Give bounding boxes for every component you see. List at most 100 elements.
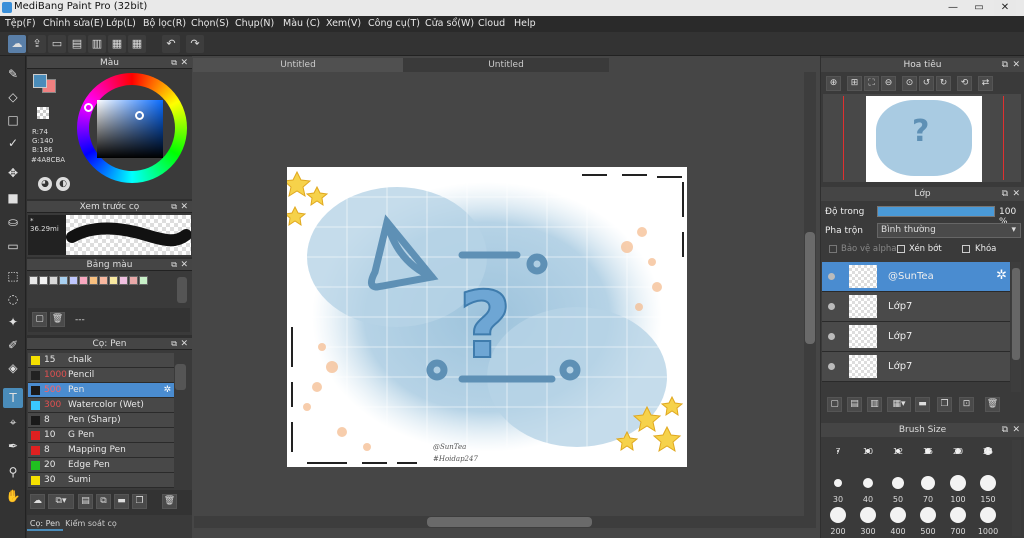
- pen-tool-icon[interactable]: ✓: [3, 133, 23, 153]
- brush-item[interactable]: 500 Pen ✲: [28, 383, 174, 398]
- brush-size-value[interactable]: 500: [915, 527, 941, 536]
- brush-size-value[interactable]: 400: [885, 527, 911, 536]
- page-icon[interactable]: ▥: [88, 35, 106, 53]
- visibility-icon[interactable]: [828, 333, 835, 340]
- palette-swatch[interactable]: [49, 276, 58, 285]
- blend-mode-select[interactable]: Bình thường ▾: [877, 223, 1021, 238]
- magic-wand-icon[interactable]: ✦: [3, 312, 23, 332]
- grid-icon[interactable]: ▦: [128, 35, 146, 53]
- note-icon[interactable]: ▤: [68, 35, 86, 53]
- brush-size-value[interactable]: 300: [855, 527, 881, 536]
- transparent-swatch[interactable]: [37, 107, 49, 119]
- popout-icon[interactable]: ⧉: [171, 338, 177, 350]
- fill-rect-tool-icon[interactable]: ■: [3, 188, 23, 208]
- eyedropper-icon[interactable]: ✒: [3, 436, 23, 456]
- delete-palette-icon[interactable]: 🗑: [50, 312, 65, 327]
- palette-swatch[interactable]: [119, 276, 128, 285]
- new-8bit-layer-icon[interactable]: ▥: [867, 397, 882, 412]
- hand-tool-icon[interactable]: ✋: [3, 486, 23, 506]
- menu-help[interactable]: Help: [514, 18, 536, 29]
- brush-size-value[interactable]: 700: [945, 527, 971, 536]
- new-palette-icon[interactable]: ▢: [32, 312, 47, 327]
- saturation-value-square[interactable]: [97, 100, 163, 158]
- brush-item[interactable]: 8 Mapping Pen: [28, 443, 174, 458]
- main-color-swatch[interactable]: [33, 74, 47, 88]
- palette-icon[interactable]: ◕: [38, 177, 52, 191]
- protect-alpha-checkbox[interactable]: [829, 245, 837, 253]
- brush-size-dot[interactable]: [834, 479, 842, 487]
- brush-size-dot[interactable]: [863, 478, 873, 488]
- close-icon[interactable]: ✕: [180, 201, 188, 213]
- visibility-icon[interactable]: [828, 363, 835, 370]
- brush-size-value[interactable]: 12: [885, 447, 911, 456]
- brush-size-value[interactable]: 25: [975, 447, 1001, 456]
- flip-icon[interactable]: ⇄: [978, 76, 993, 91]
- brush-size-value[interactable]: 70: [915, 495, 941, 504]
- color-picker-handle[interactable]: [135, 111, 144, 120]
- brush-item[interactable]: 10 G Pen: [28, 428, 174, 443]
- dropper-icon[interactable]: ⚲: [3, 462, 23, 482]
- layer-item[interactable]: @SunTea ✲: [822, 262, 1010, 292]
- brush-size-value[interactable]: 100: [945, 495, 971, 504]
- palette-swatch[interactable]: [59, 276, 68, 285]
- cloud-icon[interactable]: ☁: [8, 35, 26, 53]
- duplicate-layer-icon[interactable]: ❐: [937, 397, 952, 412]
- zoom-out-icon[interactable]: ⊖: [881, 76, 896, 91]
- operation-tool-icon[interactable]: ⌖: [3, 412, 23, 432]
- brush-size-dot[interactable]: [950, 507, 966, 523]
- palette-swatch[interactable]: [99, 276, 108, 285]
- palette-swatch[interactable]: [109, 276, 118, 285]
- bucket-tool-icon[interactable]: ⛀: [3, 212, 23, 232]
- shape-tool-icon[interactable]: □: [3, 110, 23, 130]
- brush-item[interactable]: 8 Pen (Sharp): [28, 413, 174, 428]
- brush-item[interactable]: 15 chalk: [28, 353, 174, 368]
- vertical-scrollbar-thumb[interactable]: [805, 232, 815, 344]
- horizontal-scrollbar-thumb[interactable]: [427, 517, 592, 527]
- menu-file[interactable]: Tệp(F): [5, 18, 36, 29]
- brush-tool-icon[interactable]: ✎: [3, 64, 23, 84]
- brush-settings-icon[interactable]: ▤: [78, 494, 93, 509]
- maximize-button[interactable]: ▭: [968, 0, 990, 16]
- rotate-left-icon[interactable]: ↺: [919, 76, 934, 91]
- brush-size-dot[interactable]: [860, 507, 876, 523]
- popout-icon[interactable]: ⧉: [1002, 187, 1008, 201]
- brush-size-value[interactable]: 20: [945, 447, 971, 456]
- text-tool-icon[interactable]: T: [3, 388, 23, 408]
- new-layer-icon[interactable]: ▢: [827, 397, 842, 412]
- menu-color[interactable]: Màu (C): [283, 18, 320, 29]
- popout-icon[interactable]: ⧉: [171, 57, 177, 69]
- brush-size-value[interactable]: 30: [825, 495, 851, 504]
- menu-layer[interactable]: Lớp(L): [106, 18, 136, 29]
- brush-item[interactable]: 20 Edge Pen: [28, 458, 174, 473]
- tab-brush[interactable]: Cọ: Pen: [27, 517, 63, 531]
- visibility-icon[interactable]: [828, 273, 835, 280]
- fit-icon[interactable]: ⛶: [864, 76, 879, 91]
- brush-size-value[interactable]: 150: [975, 495, 1001, 504]
- new-halftone-layer-icon[interactable]: ▤: [847, 397, 862, 412]
- close-icon[interactable]: ✕: [1012, 423, 1020, 437]
- gradient-tool-icon[interactable]: ▭: [3, 236, 23, 256]
- close-icon[interactable]: ✕: [180, 259, 188, 271]
- brush-size-dot[interactable]: [890, 507, 906, 523]
- layer-item[interactable]: Lớp7: [822, 292, 1010, 322]
- palette-swatch[interactable]: [29, 276, 38, 285]
- menu-cloud[interactable]: Cloud: [478, 18, 505, 29]
- brush-size-value[interactable]: 7: [825, 447, 851, 456]
- layer-item[interactable]: Lớp7: [822, 322, 1010, 352]
- rotate-right-icon[interactable]: ↻: [936, 76, 951, 91]
- brush-item[interactable]: 1000 Pencil: [28, 368, 174, 383]
- minimize-button[interactable]: —: [942, 0, 964, 16]
- eraser-tool-icon[interactable]: ◇: [3, 87, 23, 107]
- layer-settings-gear-icon[interactable]: ✲: [996, 268, 1007, 283]
- page-list-icon[interactable]: ▦: [108, 35, 126, 53]
- visibility-icon[interactable]: [828, 303, 835, 310]
- brush-size-dot[interactable]: [921, 476, 935, 490]
- add-brush-menu-icon[interactable]: ⧉▾: [48, 494, 74, 509]
- brush-size-value[interactable]: 200: [825, 527, 851, 536]
- menu-tools[interactable]: Công cụ(T): [368, 18, 420, 29]
- zoom-in-icon[interactable]: ⊕: [826, 76, 841, 91]
- navigator-preview[interactable]: ?: [823, 94, 1021, 182]
- brush-settings-gear-icon[interactable]: ✲: [163, 383, 171, 398]
- menu-filter[interactable]: Bộ lọc(R): [143, 18, 186, 29]
- layer-scrollbar-thumb[interactable]: [1012, 268, 1020, 360]
